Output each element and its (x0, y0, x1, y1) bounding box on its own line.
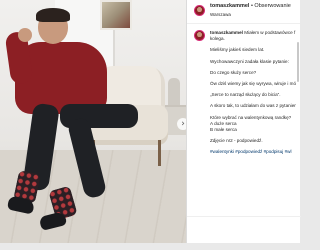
post-header: tomaszkammel • Obserwowanie Warszawa (187, 0, 300, 24)
follow-button[interactable]: • Obserwowanie (251, 3, 291, 9)
next-arrow-icon[interactable]: › (177, 118, 186, 130)
post-photo: › (0, 0, 186, 250)
person-hair (36, 8, 70, 22)
caption-avatar[interactable] (194, 30, 205, 41)
caption: tomaszkammel Miałem w podstawówce f kole… (187, 24, 300, 156)
chair-leg (158, 140, 161, 166)
avatar[interactable] (194, 5, 205, 16)
wall-painting (100, 0, 132, 30)
caption-line: A skoro tak, to udziałam do was z pytani… (210, 103, 296, 109)
scrollbar[interactable] (297, 42, 299, 82)
caption-username[interactable]: tomaszkammel (210, 30, 243, 35)
post-sidebar: tomaszkammel • Obserwowanie Warszawa tom… (186, 0, 301, 250)
caption-text: Miałem w podstawówce f (244, 30, 296, 35)
page-bottom-strip (0, 243, 300, 250)
caption-line: Wychowawczyni zadała klasie pytanie: (210, 58, 289, 64)
post-location[interactable]: Warszawa (210, 12, 231, 17)
caption-line: Które wybrać na walentynkową randkę? (210, 114, 292, 120)
vase (168, 78, 180, 108)
hashtags[interactable]: #walentynki #podpowiedź #podpisuj #wl (210, 149, 296, 155)
username-text[interactable]: tomaszkammel (210, 3, 249, 9)
person-hand (18, 28, 32, 42)
post-username[interactable]: tomaszkammel • Obserwowanie (210, 3, 291, 9)
caption-line: Ów dziś wiemy jak się wyrywa, wiruje i m… (210, 81, 296, 87)
